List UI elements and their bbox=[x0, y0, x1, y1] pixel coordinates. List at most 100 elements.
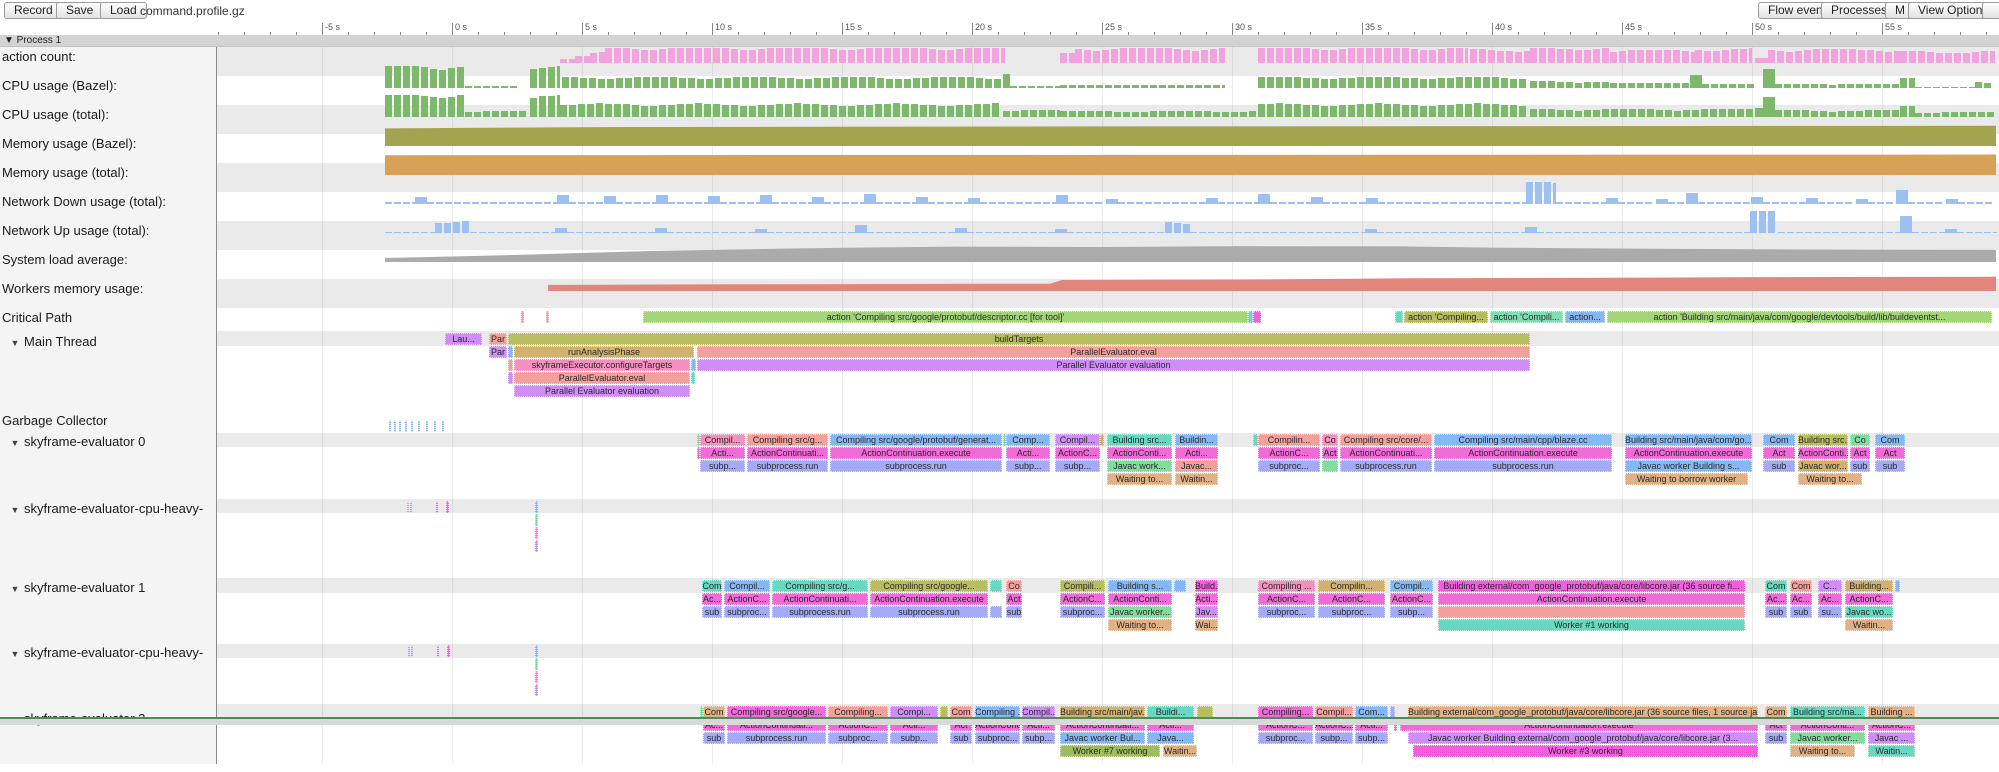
counter-chart-memory-usage-bazel[interactable] bbox=[0, 124, 1999, 146]
trace-event-block[interactable]: Com bbox=[1763, 434, 1795, 446]
trace-event-block[interactable]: Compiling src/g... bbox=[747, 434, 828, 446]
trace-event-block[interactable] bbox=[411, 645, 413, 657]
trace-event-block[interactable]: Comp... bbox=[1006, 434, 1050, 446]
trace-event-block[interactable] bbox=[1895, 580, 1900, 592]
trace-event-block[interactable]: subp... bbox=[1315, 732, 1353, 744]
trace-event-block[interactable]: ActionC... bbox=[1258, 593, 1315, 605]
trace-event-block[interactable]: ActionConti... bbox=[1798, 447, 1848, 459]
trace-event-block[interactable]: sub bbox=[1790, 606, 1812, 618]
trace-event-block[interactable]: C... bbox=[1818, 580, 1842, 592]
trace-event-block[interactable]: Parallel Evaluator evaluation bbox=[514, 385, 690, 397]
trace-event-block[interactable]: Waiting to borrow worker bbox=[1625, 473, 1748, 485]
timeline-tracks[interactable]: action 'Compiling src/google/protobuf/de… bbox=[0, 47, 1999, 772]
trace-event-block[interactable]: skyframeExecutor.configureTargets bbox=[514, 359, 690, 371]
trace-event-block[interactable]: runAnalysisPhase bbox=[514, 346, 694, 358]
trace-event-block[interactable]: Jav... bbox=[1195, 606, 1218, 618]
trace-event-block[interactable]: sub bbox=[1765, 606, 1787, 618]
counter-chart-action-count[interactable] bbox=[0, 48, 1999, 63]
trace-event-block[interactable]: subp... bbox=[1006, 460, 1050, 472]
trace-event-block[interactable]: Co bbox=[1322, 434, 1338, 446]
trace-event-block[interactable]: Act bbox=[1850, 447, 1870, 459]
trace-event-block[interactable]: action 'Compiling src/google/protobuf/de… bbox=[643, 311, 1248, 323]
trace-event-block[interactable]: ActionContinuation.execute bbox=[1434, 447, 1612, 459]
trace-event-block[interactable] bbox=[546, 311, 549, 323]
trace-event-block[interactable] bbox=[1100, 434, 1104, 446]
trace-event-block[interactable]: subproc... bbox=[975, 732, 1020, 744]
disclosure-triangle-icon[interactable]: ▼ bbox=[6, 649, 24, 659]
trace-event-block[interactable]: Compil... bbox=[1055, 434, 1100, 446]
trace-event-block[interactable] bbox=[410, 501, 412, 513]
trace-event-block[interactable]: Building src... bbox=[1798, 434, 1848, 446]
trace-event-block[interactable]: Par bbox=[489, 333, 507, 345]
trace-event-block[interactable] bbox=[535, 501, 538, 513]
trace-event-block[interactable]: Act bbox=[1875, 447, 1905, 459]
trace-event-block[interactable]: ActionConti... bbox=[1108, 593, 1172, 605]
trace-event-block[interactable]: ActionContinuation.execute bbox=[1625, 447, 1752, 459]
trace-event-block[interactable]: ActionC... bbox=[1055, 447, 1100, 459]
trace-event-block[interactable] bbox=[535, 540, 538, 552]
trace-event-block[interactable]: Waitin... bbox=[1163, 745, 1197, 757]
trace-event-block[interactable] bbox=[521, 311, 524, 323]
trace-event-block[interactable]: subp... bbox=[1055, 460, 1100, 472]
trace-event-block[interactable] bbox=[408, 645, 410, 657]
trace-event-block[interactable]: ActionC... bbox=[1390, 593, 1433, 605]
trace-event-block[interactable]: subprocess.run bbox=[747, 460, 828, 472]
trace-event-block[interactable] bbox=[446, 501, 449, 513]
trace-event-block[interactable]: Javac worker Building external/com_googl… bbox=[1408, 732, 1758, 744]
trace-event-block[interactable] bbox=[447, 645, 450, 657]
trace-event-block[interactable]: subp... bbox=[1390, 606, 1433, 618]
trace-event-block[interactable]: Waiting to... bbox=[1107, 473, 1172, 485]
trace-event-block[interactable]: Waitin... bbox=[1868, 745, 1915, 757]
trace-event-block[interactable]: Com bbox=[1875, 434, 1905, 446]
trace-event-block[interactable]: action... bbox=[1565, 311, 1605, 323]
trace-event-block[interactable]: subprocess.run bbox=[870, 606, 988, 618]
trace-event-block[interactable]: Building external/com_google_protobuf/ja… bbox=[1438, 580, 1745, 592]
trace-event-block[interactable]: subp... bbox=[700, 460, 745, 472]
trace-event-block[interactable]: ActionContinuation.execute bbox=[870, 593, 988, 605]
trace-event-block[interactable]: Waitin... bbox=[1845, 619, 1893, 631]
trace-event-block[interactable]: subproc... bbox=[1258, 460, 1320, 472]
trace-event-block[interactable]: Compil... bbox=[724, 580, 770, 592]
disclosure-triangle-icon[interactable]: ▼ bbox=[6, 505, 24, 515]
trace-event-block[interactable] bbox=[411, 420, 413, 432]
trace-event-block[interactable]: Act bbox=[1322, 447, 1338, 459]
trace-event-block[interactable]: subp... bbox=[1022, 732, 1055, 744]
trace-event-block[interactable] bbox=[1253, 311, 1261, 323]
trace-event-block[interactable]: sub bbox=[950, 732, 972, 744]
trace-event-block[interactable] bbox=[990, 580, 1002, 592]
trace-event-block[interactable]: Compiling src/core/... bbox=[1340, 434, 1432, 446]
trace-event-block[interactable]: subprocess.run bbox=[772, 606, 868, 618]
trace-event-block[interactable]: su... bbox=[1818, 606, 1842, 618]
trace-event-block[interactable]: Com bbox=[702, 580, 722, 592]
trace-event-block[interactable]: Acti... bbox=[700, 447, 745, 459]
trace-event-block[interactable]: Compiling src/google... bbox=[870, 580, 988, 592]
trace-event-block[interactable]: Javac work... bbox=[1107, 460, 1172, 472]
trace-event-block[interactable]: action 'Compili... bbox=[1490, 311, 1563, 323]
trace-event-block[interactable]: sub bbox=[1875, 460, 1905, 472]
record-button[interactable]: Record bbox=[4, 2, 63, 19]
trace-event-block[interactable]: subproc... bbox=[1060, 606, 1105, 618]
trace-event-block[interactable] bbox=[436, 501, 438, 513]
trace-event-block[interactable]: Buildin... bbox=[1175, 434, 1218, 446]
counter-chart-cpu-usage-total[interactable] bbox=[0, 95, 1999, 117]
trace-event-block[interactable]: sub bbox=[703, 732, 725, 744]
trace-event-block[interactable]: ActionC... bbox=[1258, 447, 1320, 459]
trace-event-block[interactable]: ActionContinuati... bbox=[1340, 447, 1432, 459]
trace-event-block[interactable]: Ac... bbox=[1765, 593, 1787, 605]
trace-event-block[interactable] bbox=[508, 359, 513, 371]
trace-event-block[interactable]: Compil... bbox=[1390, 580, 1433, 592]
trace-event-block[interactable]: subp... bbox=[1355, 732, 1388, 744]
trace-event-block[interactable] bbox=[535, 658, 538, 670]
trace-event-block[interactable]: ActionC... bbox=[1845, 593, 1893, 605]
counter-chart-network-down[interactable] bbox=[0, 182, 1999, 204]
trace-event-block[interactable]: Waiting to... bbox=[1798, 473, 1862, 485]
trace-event-block[interactable]: Javac wor... bbox=[1798, 460, 1848, 472]
disclosure-triangle-icon[interactable]: ▼ bbox=[6, 584, 24, 594]
trace-event-block[interactable]: Ac... bbox=[1818, 593, 1842, 605]
extra-button[interactable] bbox=[1982, 2, 1999, 19]
trace-event-block[interactable] bbox=[1438, 606, 1745, 618]
trace-event-block[interactable]: subproc... bbox=[1258, 606, 1315, 618]
trace-event-block[interactable] bbox=[535, 684, 538, 696]
trace-event-block[interactable] bbox=[535, 527, 538, 539]
trace-event-block[interactable]: Lau... bbox=[445, 333, 482, 345]
